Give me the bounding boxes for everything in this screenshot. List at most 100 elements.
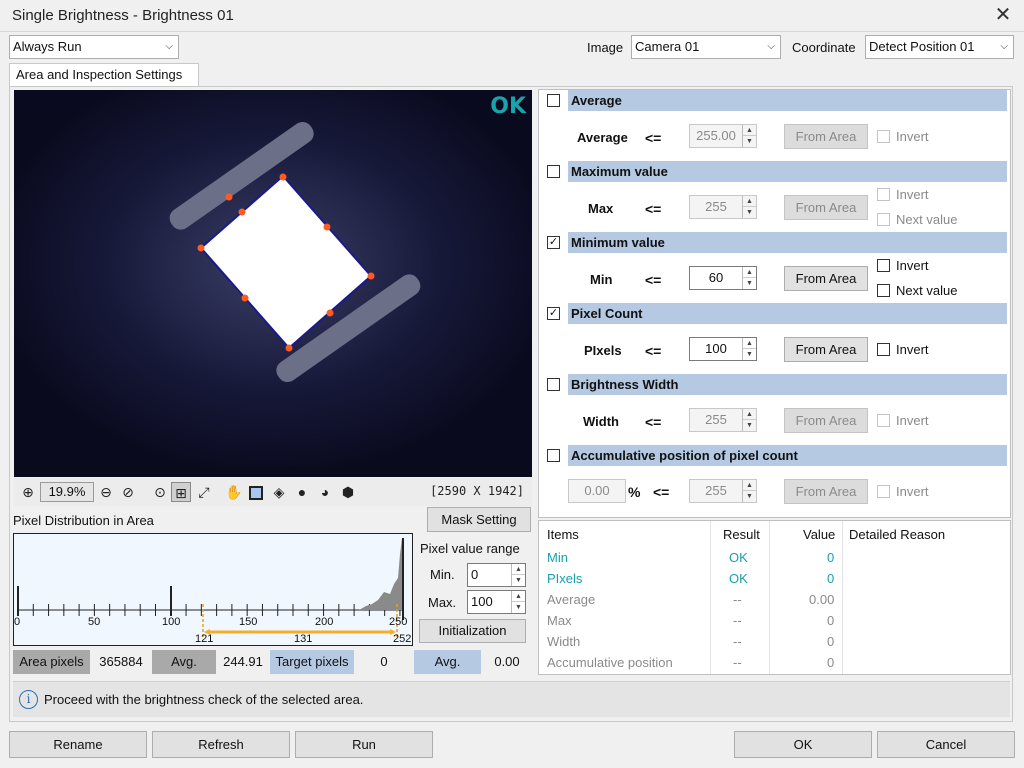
- down-arrow-icon[interactable]: ▼: [742, 136, 756, 147]
- down-arrow-icon[interactable]: ▼: [742, 491, 756, 502]
- row-value: 0: [827, 613, 835, 628]
- table-row[interactable]: Max: [547, 613, 572, 628]
- average-from-area-button[interactable]: From Area: [784, 124, 868, 149]
- zoom-level[interactable]: 19.9%: [40, 482, 94, 502]
- average-row-label: Average: [577, 130, 628, 145]
- avg-value: 244.91: [223, 654, 263, 669]
- rectangle-tool-icon[interactable]: [246, 482, 266, 502]
- operator-label: <=: [645, 272, 662, 288]
- rotated-rect-icon[interactable]: ◈: [269, 482, 289, 502]
- image-select[interactable]: Camera 01 ⌵: [631, 35, 781, 59]
- tick-label: 0: [14, 616, 21, 628]
- minimum-next-value-checkbox[interactable]: [877, 284, 890, 297]
- minimum-from-area-button[interactable]: From Area: [784, 266, 868, 291]
- pixel-count-stepper[interactable]: 100 ▲ ▼: [689, 337, 757, 361]
- width-from-area-button[interactable]: From Area: [784, 408, 868, 433]
- average-invert-checkbox[interactable]: [877, 130, 890, 143]
- info-message: Proceed with the brightness check of the…: [44, 692, 364, 707]
- tick-label: 150: [239, 616, 258, 628]
- average-checkbox[interactable]: [547, 94, 560, 107]
- maximum-value: 255: [705, 199, 727, 214]
- refresh-button[interactable]: Refresh: [152, 731, 290, 758]
- down-arrow-icon[interactable]: ▼: [742, 207, 756, 218]
- grid-icon[interactable]: ⊞: [171, 482, 191, 502]
- accum-invert-checkbox[interactable]: [877, 485, 890, 498]
- minimum-row-label: Min: [590, 272, 613, 287]
- pixel-count-from-area-button[interactable]: From Area: [784, 337, 868, 362]
- initialization-button[interactable]: Initialization: [419, 619, 526, 643]
- accum-from-area-button[interactable]: From Area: [784, 479, 868, 504]
- ring-tool-icon[interactable]: ◕: [315, 482, 335, 502]
- down-arrow-icon[interactable]: ▼: [742, 349, 756, 360]
- table-row[interactable]: Average: [547, 592, 595, 607]
- width-stepper[interactable]: 255 ▲ ▼: [689, 408, 757, 432]
- average-stepper[interactable]: 255.00 ▲ ▼: [689, 124, 757, 148]
- expand-icon[interactable]: ⤢: [194, 482, 214, 502]
- hand-icon[interactable]: ✋: [224, 482, 244, 502]
- viewer-toolbar: ⊕ 19.9% ⊖ ⊘ ⊙ ⊞ ⤢ ✋ ◈ ● ◕ ⬢ [2590 X 1942…: [14, 478, 532, 506]
- table-row[interactable]: Min: [547, 550, 568, 565]
- zoom-in-icon[interactable]: ⊕: [18, 482, 38, 502]
- up-arrow-icon[interactable]: ▲: [742, 125, 756, 136]
- ok-button[interactable]: OK: [734, 731, 872, 758]
- zoom-fit-icon[interactable]: ⊙: [150, 482, 170, 502]
- coordinate-select[interactable]: Detect Position 01 ⌵: [865, 35, 1014, 59]
- table-row[interactable]: Accumulative position: [547, 655, 673, 670]
- mask-setting-button[interactable]: Mask Setting: [427, 507, 531, 532]
- pixel-count-invert-checkbox[interactable]: [877, 343, 890, 356]
- down-arrow-icon[interactable]: ▼: [511, 602, 525, 613]
- zoom-percent-icon[interactable]: ⊘: [118, 482, 138, 502]
- polygon-tool-icon[interactable]: ⬢: [338, 482, 358, 502]
- cancel-button[interactable]: Cancel: [877, 731, 1015, 758]
- table-row[interactable]: PIxels: [547, 571, 582, 586]
- maximum-from-area-button[interactable]: From Area: [784, 195, 868, 220]
- up-arrow-icon[interactable]: ▲: [742, 480, 756, 491]
- maximum-next-value-checkbox[interactable]: [877, 213, 890, 226]
- up-arrow-icon[interactable]: ▲: [742, 338, 756, 349]
- down-arrow-icon[interactable]: ▼: [511, 575, 525, 586]
- minimum-stepper[interactable]: 60 ▲ ▼: [689, 266, 757, 290]
- pixel-count-checkbox[interactable]: ✓: [547, 307, 560, 320]
- maximum-stepper[interactable]: 255 ▲ ▼: [689, 195, 757, 219]
- minimum-checkbox[interactable]: ✓: [547, 236, 560, 249]
- circle-tool-icon[interactable]: ●: [292, 482, 312, 502]
- up-arrow-icon[interactable]: ▲: [742, 409, 756, 420]
- accum-value: 255: [705, 483, 727, 498]
- close-icon[interactable]: ✕: [992, 4, 1014, 26]
- tab-area-inspection[interactable]: Area and Inspection Settings: [9, 63, 199, 87]
- accum-stepper[interactable]: 255 ▲ ▼: [689, 479, 757, 503]
- maximum-checkbox[interactable]: [547, 165, 560, 178]
- range-min-field-label: Min.: [430, 567, 455, 582]
- up-arrow-icon[interactable]: ▲: [511, 591, 525, 602]
- up-arrow-icon[interactable]: ▲: [742, 267, 756, 278]
- run-button[interactable]: Run: [295, 731, 433, 758]
- range-max-value: 100: [471, 594, 493, 609]
- down-arrow-icon[interactable]: ▼: [742, 420, 756, 431]
- pixel-count-value: 100: [705, 341, 727, 356]
- width-checkbox[interactable]: [547, 378, 560, 391]
- range-max-label: 252: [393, 633, 412, 645]
- row-result: --: [733, 634, 742, 649]
- image-viewer[interactable]: OK: [14, 90, 532, 477]
- accum-percent-field[interactable]: 0.00: [568, 479, 626, 503]
- width-invert-checkbox[interactable]: [877, 414, 890, 427]
- average-header: Average: [568, 90, 1007, 111]
- row-value: 0: [827, 634, 835, 649]
- range-min-label: 121: [195, 633, 214, 645]
- range-max-stepper[interactable]: 100 ▲ ▼: [467, 590, 526, 614]
- up-arrow-icon[interactable]: ▲: [742, 196, 756, 207]
- area-pixels-value: 365884: [99, 654, 143, 669]
- up-arrow-icon[interactable]: ▲: [511, 564, 525, 575]
- accum-checkbox[interactable]: [547, 449, 560, 462]
- coordinate-value: Detect Position 01: [869, 39, 975, 54]
- run-mode-select[interactable]: Always Run ⌵: [9, 35, 179, 59]
- zoom-out-icon[interactable]: ⊖: [96, 482, 116, 502]
- minimum-invert-checkbox[interactable]: [877, 259, 890, 272]
- rename-button[interactable]: Rename: [9, 731, 147, 758]
- table-row[interactable]: Width: [547, 634, 580, 649]
- maximum-invert-checkbox[interactable]: [877, 188, 890, 201]
- minimum-header: Minimum value: [568, 232, 1007, 253]
- distribution-label: Pixel Distribution in Area: [13, 513, 154, 528]
- down-arrow-icon[interactable]: ▼: [742, 278, 756, 289]
- range-min-stepper[interactable]: 0 ▲ ▼: [467, 563, 526, 587]
